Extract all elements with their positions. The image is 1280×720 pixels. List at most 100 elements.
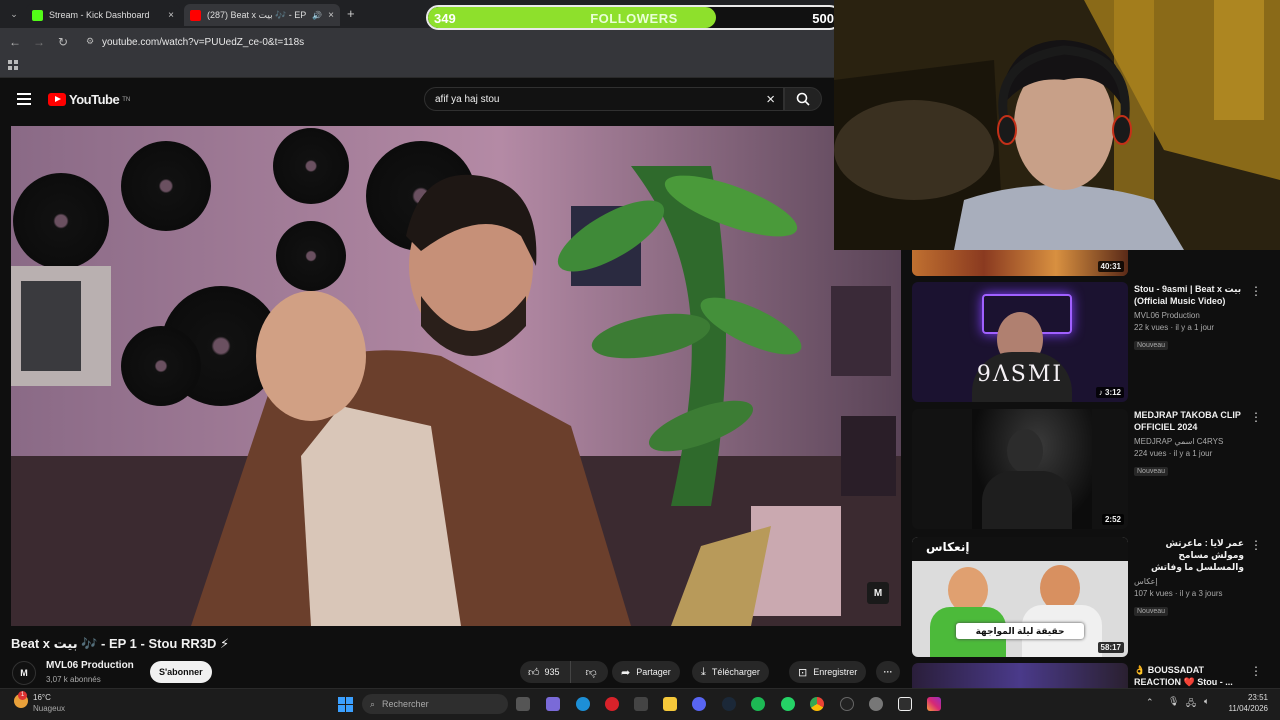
recommendation-thumbnail[interactable]: إنعكاس حقيقة ليلة المواجهة 58:17 — [912, 537, 1128, 657]
reload-icon[interactable]: ↻ — [55, 34, 71, 50]
more-options-icon[interactable]: ⋮ — [1250, 410, 1262, 424]
more-options-icon[interactable]: ⋮ — [1250, 664, 1262, 678]
recommendation-channel[interactable]: إعكاس — [1134, 576, 1244, 588]
weather-status[interactable]: Nuageux — [33, 704, 65, 713]
recommendation-channel[interactable]: MEDJRAP اسمي C4RYS — [1134, 436, 1244, 448]
followers-goal: 500 — [812, 11, 834, 26]
opera-icon[interactable] — [605, 697, 619, 711]
instagram-icon[interactable] — [927, 697, 941, 711]
recommendation-title[interactable]: عمر لايا : ماعرتش ومولش مسامح والمسلسل م… — [1134, 537, 1244, 573]
recommendation-meta[interactable]: Stou - 9asmi | Beat x بيت (Official Musi… — [1134, 283, 1244, 352]
subscriber-count: 3,07 k abonnés — [46, 675, 101, 684]
folder-icon[interactable] — [663, 697, 677, 711]
tab-label: (287) Beat x بيت 🎶 - EP 1 - — [207, 9, 307, 20]
settings-gear-icon[interactable] — [869, 697, 883, 711]
tab-close-icon[interactable]: × — [328, 10, 334, 21]
app-icon[interactable] — [898, 697, 912, 711]
video-duration: ♪ 3:12 — [1095, 387, 1124, 398]
video-duration: 40:31 — [1097, 261, 1124, 272]
like-button[interactable]: 👍︎ 935 — [520, 661, 571, 683]
search-icon: ⌕ — [370, 698, 376, 709]
webcam-overlay — [834, 0, 1280, 250]
back-icon[interactable]: ← — [7, 34, 23, 50]
tab-kick-dashboard[interactable]: Stream - Kick Dashboard × — [26, 4, 180, 26]
recommendation-title[interactable]: MEDJRAP TAKOBA CLIP OFFICIEL 2024 — [1134, 409, 1244, 433]
recommendation-meta[interactable]: عمر لايا : ماعرتش ومولش مسامح والمسلسل م… — [1134, 537, 1244, 618]
video-frame — [11, 126, 901, 626]
subscribe-button[interactable]: S'abonner — [150, 661, 212, 683]
channel-watermark-icon[interactable]: M — [867, 582, 889, 604]
apps-grid-icon[interactable] — [8, 60, 18, 70]
windows-start-icon[interactable] — [338, 697, 353, 712]
recommendation-item[interactable]: 9ΛSMI ♪ 3:12 — [912, 282, 1128, 402]
recommendation-thumbnail[interactable] — [912, 663, 1128, 688]
dislike-button[interactable]: 👎︎ — [577, 666, 597, 679]
address-bar[interactable]: ⚙ youtube.com/watch?v=PUUedZ_ce-0&t=118s — [82, 33, 822, 51]
search-button[interactable] — [784, 87, 822, 111]
discord-icon[interactable] — [692, 697, 706, 711]
steam-icon[interactable] — [722, 697, 736, 711]
country-code: TN — [122, 96, 131, 103]
spotify-icon[interactable] — [751, 697, 765, 711]
followers-goal-bar: 349 FOLLOWERS 500 — [426, 5, 842, 30]
search-input[interactable]: afif ya haj stou × — [424, 87, 784, 111]
network-icon[interactable]: 🖧︎ — [1186, 696, 1196, 712]
video-duration: 2:52 — [1101, 514, 1124, 525]
edge-icon[interactable] — [576, 697, 590, 711]
save-button[interactable]: ⊡ Enregistrer — [789, 661, 867, 683]
recommendation-meta[interactable]: 👌 BOUSSADAT REACTION ❤️ Stou - ... — [1134, 664, 1244, 688]
recommendation-title[interactable]: Stou - 9asmi | Beat x بيت (Official Musi… — [1134, 283, 1244, 307]
channel-name[interactable]: MVL06 Production — [46, 660, 134, 671]
download-button[interactable]: ⤓ Télécharger — [692, 661, 769, 683]
new-badge: Nouveau — [1134, 467, 1169, 476]
tab-close-icon[interactable]: × — [168, 10, 174, 21]
recommendation-thumbnail[interactable]: 9ΛSMI ♪ 3:12 — [912, 282, 1128, 402]
video-duration: 58:17 — [1097, 642, 1124, 653]
chrome-icon[interactable] — [810, 697, 824, 711]
site-info-icon[interactable]: ⚙ — [86, 36, 94, 47]
share-label: Partager — [636, 667, 671, 677]
recommendation-item[interactable]: 2:52 — [912, 409, 1128, 529]
thumbnail-text: 9ΛSMI — [976, 362, 1064, 387]
recommendation-thumbnail[interactable]: 2:52 — [912, 409, 1128, 529]
audio-icon[interactable]: 🔊 — [312, 11, 322, 20]
forward-icon[interactable]: → — [31, 34, 47, 50]
save-label: Enregistrer — [813, 667, 858, 677]
clock-date[interactable]: 11/04/2026 — [1222, 704, 1268, 713]
recommendation-stats: 107 k vues · il y a 3 jours — [1134, 589, 1223, 598]
more-actions-button[interactable]: ··· — [876, 661, 900, 683]
like-count: 935 — [544, 667, 560, 677]
whatsapp-icon[interactable] — [781, 697, 795, 711]
recommendation-meta[interactable]: MEDJRAP TAKOBA CLIP OFFICIEL 2024 MEDJRA… — [1134, 409, 1244, 478]
search-clear-icon[interactable]: × — [766, 91, 775, 108]
video-player[interactable]: M — [11, 126, 901, 626]
recommendation-item[interactable]: إنعكاس حقيقة ليلة المواجهة 58:17 — [912, 537, 1128, 657]
obs-icon[interactable] — [840, 697, 854, 711]
task-view-icon[interactable] — [516, 697, 530, 711]
volume-icon[interactable]: 🔈︎ — [1204, 696, 1209, 707]
youtube-logo[interactable]: YouTube TN — [48, 92, 130, 107]
more-options-icon[interactable]: ⋮ — [1250, 538, 1262, 552]
recommendation-channel[interactable]: MVL06 Production — [1134, 310, 1244, 322]
channel-avatar[interactable]: M — [12, 661, 36, 685]
tray-overflow-icon[interactable]: ⌃ — [1146, 697, 1154, 708]
microphone-icon[interactable]: 🎙︎ — [1168, 696, 1179, 707]
tab-search-icon[interactable]: ⌄ — [6, 6, 22, 22]
taskbar-search-input[interactable]: ⌕ Rechercher — [362, 694, 508, 714]
recommendation-thumbnail[interactable]: 40:31 — [912, 250, 1128, 276]
file-explorer-icon[interactable] — [634, 697, 648, 711]
temperature[interactable]: 16°C — [33, 693, 51, 702]
tab-youtube-video[interactable]: (287) Beat x بيت 🎶 - EP 1 - 🔊 × — [184, 4, 340, 26]
followers-label: FOLLOWERS — [590, 11, 678, 26]
share-button[interactable]: ➦ Partager — [612, 661, 680, 683]
menu-icon[interactable] — [17, 93, 31, 105]
like-dislike-group: 👍︎ 935 👎︎ — [520, 661, 608, 683]
teams-icon[interactable] — [546, 697, 560, 711]
more-options-icon[interactable]: ⋮ — [1250, 284, 1262, 298]
youtube-favicon-icon — [190, 9, 201, 21]
new-tab-button[interactable]: + — [347, 6, 355, 21]
recommendation-title[interactable]: 👌 BOUSSADAT REACTION ❤️ Stou - ... — [1134, 664, 1244, 688]
share-icon: ➦ — [621, 666, 631, 679]
clock-time[interactable]: 23:51 — [1226, 693, 1268, 702]
new-badge: Nouveau — [1134, 607, 1169, 616]
